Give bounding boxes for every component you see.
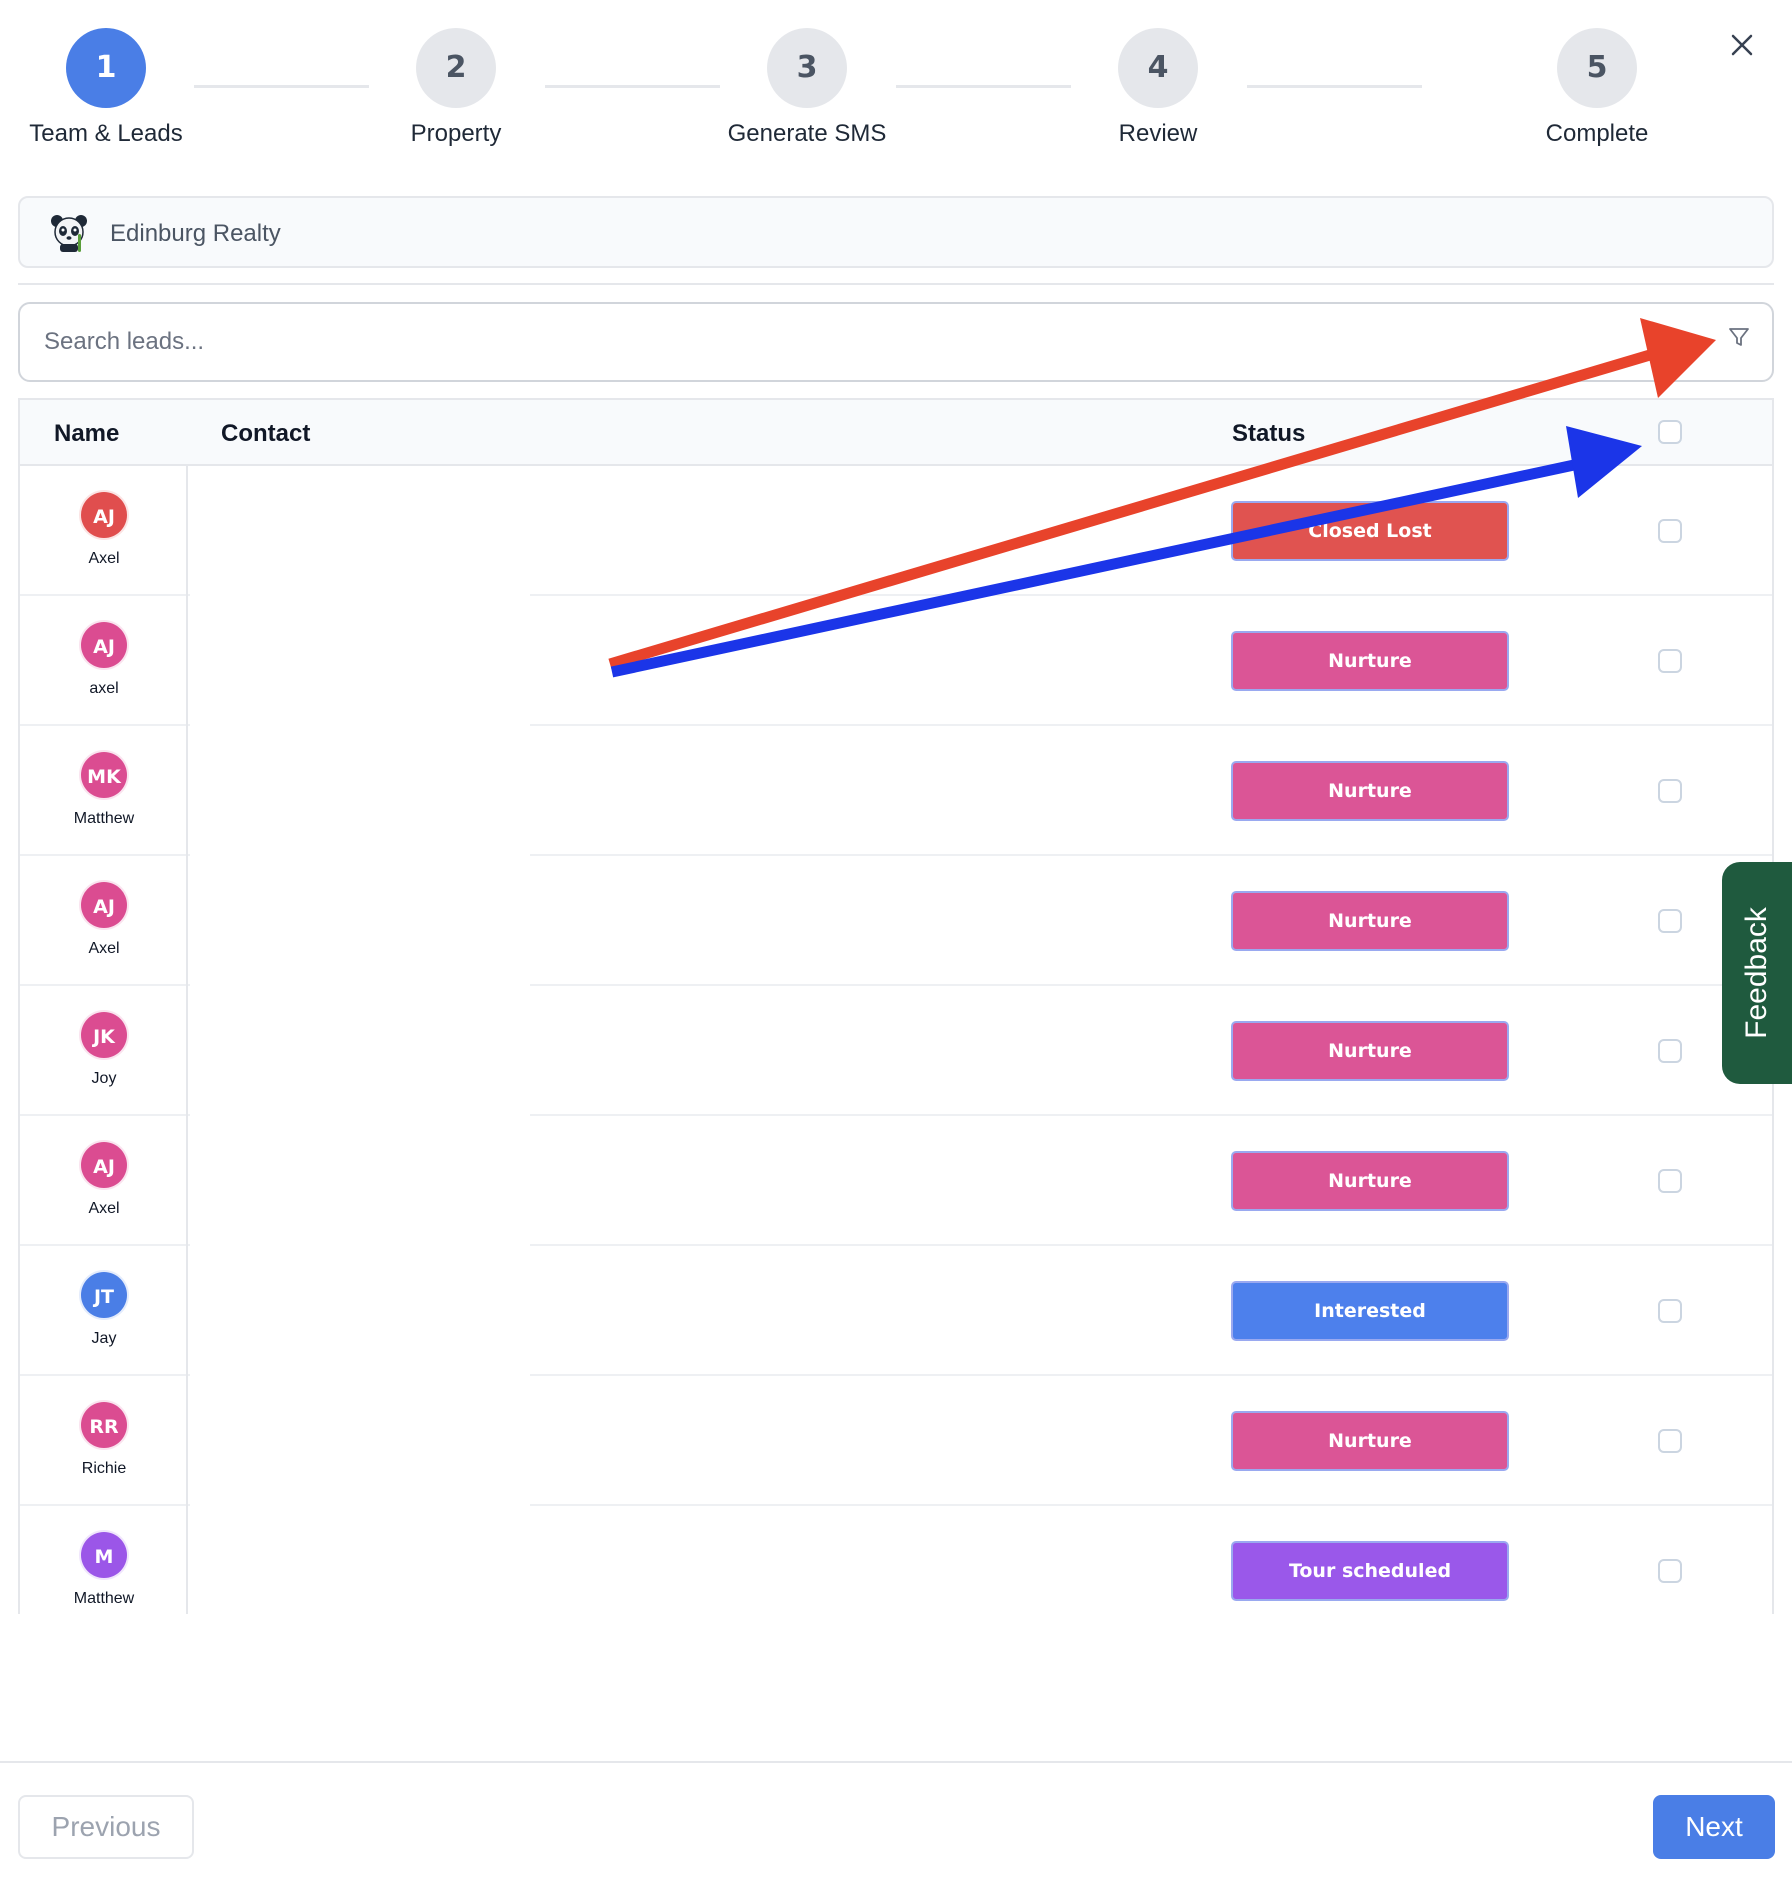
row-checkbox[interactable] — [1658, 1169, 1682, 1193]
lead-first-name: Matthew — [73, 810, 135, 827]
column-header-name[interactable]: Name — [54, 420, 119, 448]
name-cell: M Matthew — [20, 1506, 188, 1614]
team-selector[interactable]: Edinburg Realty — [18, 196, 1774, 268]
name-cell: RR Richie — [20, 1376, 188, 1506]
avatar: AJ — [79, 620, 129, 670]
avatar: JK — [79, 1010, 129, 1060]
previous-button[interactable]: Previous — [18, 1795, 194, 1859]
name-cell: AJ Axel — [20, 856, 188, 986]
step-team-leads[interactable]: 1 Team & Leads — [0, 28, 226, 148]
step-property[interactable]: 2 Property — [336, 28, 576, 148]
step-number: 1 — [66, 28, 146, 108]
avatar: AJ — [79, 880, 129, 930]
search-input[interactable] — [44, 322, 1644, 362]
step-label: Review — [1118, 120, 1198, 147]
row-checkbox[interactable] — [1658, 909, 1682, 933]
step-number: 2 — [416, 28, 496, 108]
name-cell: AJ Axel — [20, 466, 188, 596]
filter-icon[interactable] — [1724, 322, 1754, 352]
team-name: Edinburg Realty — [110, 220, 281, 247]
feedback-label: Feedback — [1740, 907, 1773, 1039]
status-badge[interactable]: Nurture — [1231, 631, 1509, 691]
avatar: AJ — [79, 1140, 129, 1190]
status-badge[interactable]: Tour scheduled — [1231, 1541, 1509, 1601]
step-label: Complete — [1545, 120, 1649, 147]
status-badge[interactable]: Nurture — [1231, 761, 1509, 821]
leads-table: Name Contact Status AJ Axel Closed Lost … — [18, 398, 1774, 1614]
column-header-contact[interactable]: Contact — [221, 420, 310, 448]
panda-logo-icon — [48, 212, 90, 254]
step-number: 3 — [767, 28, 847, 108]
next-button[interactable]: Next — [1653, 1795, 1775, 1859]
step-review[interactable]: 4 Review — [1038, 28, 1278, 148]
step-complete[interactable]: 5 Complete — [1477, 28, 1717, 148]
step-generate-sms[interactable]: 3 Generate SMS — [687, 28, 927, 148]
avatar: M — [79, 1530, 129, 1580]
name-cell: AJ axel — [20, 596, 188, 726]
footer-divider — [0, 1761, 1792, 1763]
name-cell: AJ Axel — [20, 1116, 188, 1246]
close-icon[interactable] — [1725, 28, 1759, 62]
table-header: Name Contact Status — [20, 400, 1772, 466]
lead-first-name: axel — [89, 680, 119, 697]
lead-first-name: Axel — [88, 940, 120, 957]
step-number: 4 — [1118, 28, 1198, 108]
search-box — [18, 302, 1774, 382]
row-checkbox[interactable] — [1658, 1299, 1682, 1323]
avatar: RR — [79, 1400, 129, 1450]
lead-first-name: Axel — [88, 1200, 120, 1217]
feedback-tab[interactable]: Feedback — [1722, 862, 1792, 1084]
lead-first-name: Richie — [81, 1460, 127, 1477]
status-badge[interactable]: Interested — [1231, 1281, 1509, 1341]
row-checkbox[interactable] — [1658, 1429, 1682, 1453]
divider — [18, 283, 1774, 285]
name-cell: JT Jay — [20, 1246, 188, 1376]
step-label: Team & Leads — [29, 120, 183, 147]
step-label: Generate SMS — [727, 120, 887, 147]
row-checkbox[interactable] — [1658, 1559, 1682, 1583]
row-checkbox[interactable] — [1658, 519, 1682, 543]
status-badge[interactable]: Nurture — [1231, 1151, 1509, 1211]
status-badge[interactable]: Nurture — [1231, 891, 1509, 951]
status-badge[interactable]: Closed Lost — [1231, 501, 1509, 561]
lead-first-name: Jay — [91, 1330, 117, 1347]
lead-first-name: Joy — [91, 1070, 117, 1087]
contact-column-blank — [190, 468, 530, 1614]
avatar: MK — [79, 750, 129, 800]
status-badge[interactable]: Nurture — [1231, 1021, 1509, 1081]
name-cell: MK Matthew — [20, 726, 188, 856]
row-checkbox[interactable] — [1658, 1039, 1682, 1063]
avatar: JT — [79, 1270, 129, 1320]
row-checkbox[interactable] — [1658, 649, 1682, 673]
avatar: AJ — [79, 490, 129, 540]
row-checkbox[interactable] — [1658, 779, 1682, 803]
step-label: Property — [410, 120, 502, 147]
select-all-checkbox[interactable] — [1658, 420, 1682, 444]
step-number: 5 — [1557, 28, 1637, 108]
status-badge[interactable]: Nurture — [1231, 1411, 1509, 1471]
step-connector — [1247, 85, 1422, 88]
lead-first-name: Matthew — [73, 1590, 135, 1607]
lead-first-name: Axel — [88, 550, 120, 567]
column-header-status[interactable]: Status — [1232, 420, 1305, 448]
name-cell: JK Joy — [20, 986, 188, 1116]
